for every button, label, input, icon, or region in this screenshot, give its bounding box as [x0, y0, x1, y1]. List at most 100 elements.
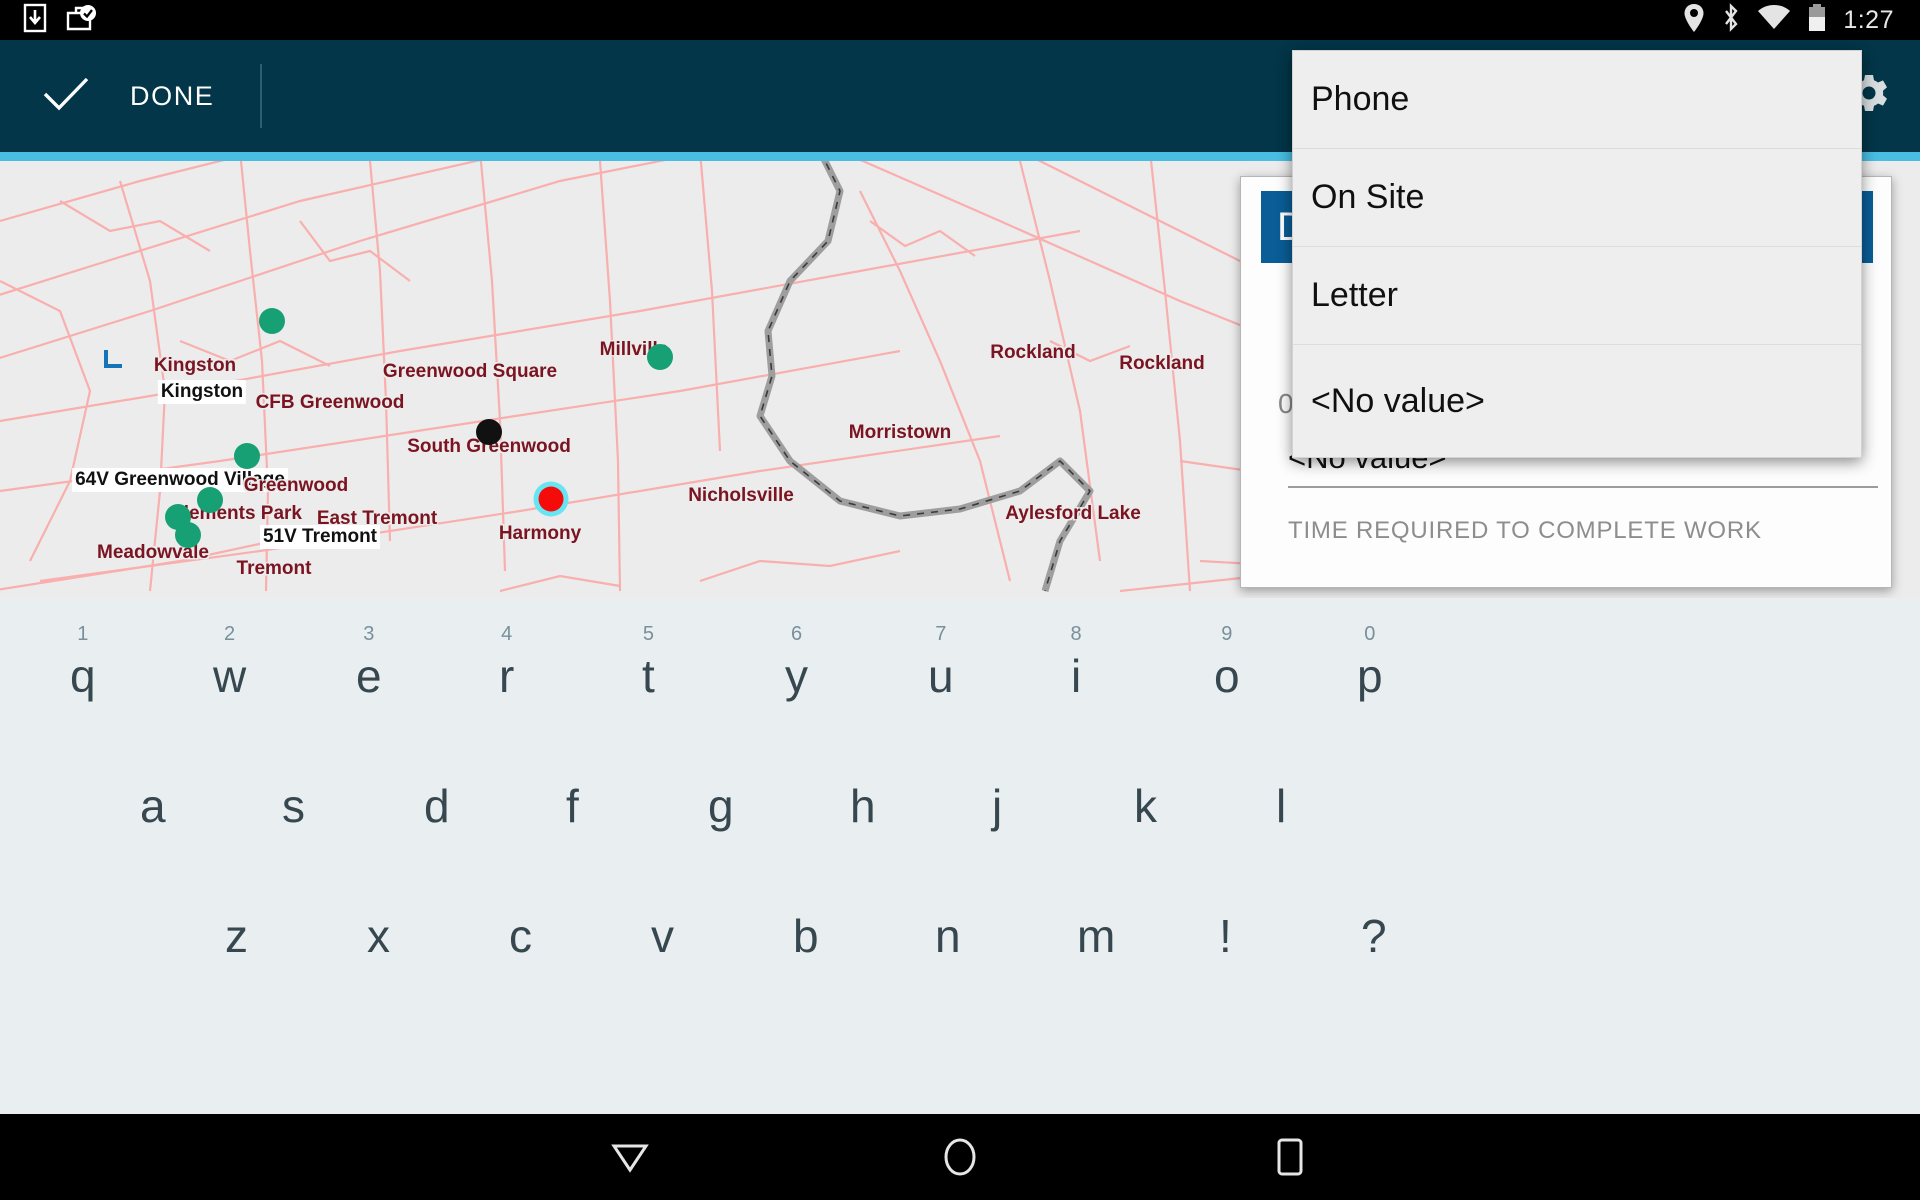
key-label: b — [793, 910, 819, 962]
key-hint: 3 — [363, 623, 375, 645]
done-button[interactable]: DONE — [0, 74, 214, 119]
key-label: u — [928, 650, 954, 702]
soft-keyboard[interactable]: 1q2w3e4r5t6y7u8i9o0p asdfghjkl z x c v b n m!?… — [0, 598, 1920, 1114]
key-x[interactable]: x — [367, 913, 390, 959]
key-label: p — [1357, 650, 1383, 702]
map-label: CFB Greenwood — [255, 392, 405, 413]
android-nav-bar — [0, 1114, 1920, 1200]
map-marker-green[interactable] — [259, 308, 285, 334]
map-marker-green[interactable] — [197, 487, 223, 513]
key-l[interactable]: l — [1276, 783, 1286, 829]
key-b[interactable]: b — [793, 913, 819, 959]
wifi-icon — [1757, 3, 1791, 38]
key-e[interactable]: 3e — [356, 623, 382, 699]
map-label: Greenwood — [243, 475, 349, 496]
key-label: l — [1276, 780, 1287, 832]
key-n[interactable]: n — [935, 913, 961, 959]
key-h[interactable]: h — [850, 783, 876, 829]
battery-icon — [1807, 3, 1827, 38]
key-hint: 1 — [77, 623, 89, 645]
dropdown-item[interactable]: Letter — [1293, 247, 1861, 345]
key-label: h — [850, 780, 876, 832]
key-z[interactable]: z — [225, 913, 248, 959]
key-y[interactable]: 6y — [785, 623, 808, 699]
map-label: Rockland — [1119, 353, 1205, 374]
key-hint: 5 — [642, 623, 654, 645]
map-marker-green[interactable] — [647, 344, 673, 370]
key-![interactable]: ! — [1219, 913, 1232, 959]
key-a[interactable]: a — [140, 783, 166, 829]
key-p[interactable]: 0p — [1357, 623, 1383, 702]
key-hint: 6 — [790, 623, 803, 645]
key-o[interactable]: 9o — [1214, 623, 1240, 702]
key-c[interactable]: c — [509, 913, 532, 959]
key-label: s — [282, 780, 305, 832]
nav-back-button[interactable] — [465, 1138, 795, 1176]
nav-home-button[interactable] — [795, 1135, 1125, 1179]
key-d[interactable]: d — [424, 783, 450, 829]
key-r[interactable]: 4r — [499, 623, 515, 702]
key-i[interactable]: 8i — [1071, 623, 1082, 702]
status-bar: 1:27 — [0, 0, 1920, 40]
dropdown-item[interactable]: On Site — [1293, 149, 1861, 247]
status-bar-clock: 1:27 — [1843, 5, 1894, 34]
key-w[interactable]: 2w — [213, 623, 247, 702]
key-label: q — [70, 650, 96, 702]
key-label: x — [367, 910, 390, 962]
dropdown-item[interactable]: Phone — [1293, 51, 1861, 149]
map-label: Rockland — [990, 342, 1076, 363]
key-hint: 0 — [1364, 623, 1376, 645]
key-j[interactable]: j — [992, 783, 1002, 829]
dropdown-item[interactable]: <No value> — [1293, 345, 1861, 457]
key-label: r — [499, 650, 515, 702]
map-label: Tremont — [236, 558, 312, 579]
back-triangle-icon — [611, 1144, 649, 1173]
key-label: n — [935, 910, 961, 962]
status-bar-left-icons — [0, 3, 98, 38]
key-label: o — [1214, 650, 1240, 702]
key-hint: 4 — [501, 623, 513, 645]
map-marker-green[interactable] — [175, 522, 201, 548]
key-k[interactable]: k — [1134, 783, 1157, 829]
bluetooth-icon — [1721, 2, 1741, 38]
selection-bracket-left — [104, 350, 122, 368]
nav-recents-button[interactable] — [1125, 1135, 1455, 1179]
key-label: t — [642, 650, 655, 702]
key-t[interactable]: 5t — [642, 623, 655, 702]
map-label: Greenwood Square — [382, 361, 558, 382]
key-label: z — [225, 910, 248, 962]
map-marker-black[interactable] — [476, 419, 502, 445]
map-label: Aylesford Lake — [1005, 503, 1141, 524]
key-m[interactable]: m — [1077, 913, 1115, 959]
key-label: v — [651, 910, 674, 962]
map-label: Harmony — [498, 523, 582, 544]
contact-method-dropdown[interactable]: Phone On Site Letter <No value> — [1292, 50, 1862, 458]
key-?[interactable]: ? — [1361, 913, 1387, 959]
map-label: 51V Tremont — [259, 525, 381, 549]
key-label: c — [509, 910, 532, 962]
key-hint: 9 — [1221, 623, 1233, 645]
home-circle-icon — [944, 1138, 976, 1176]
key-g[interactable]: g — [708, 783, 734, 829]
key-u[interactable]: 7u — [928, 623, 954, 702]
key-label: w — [213, 650, 247, 702]
location-pin-icon — [1683, 3, 1705, 38]
key-label: g — [708, 780, 734, 832]
key-q[interactable]: 1q — [70, 623, 96, 702]
key-label: d — [424, 780, 450, 832]
key-hint: 2 — [224, 623, 236, 645]
key-label: m — [1077, 910, 1116, 962]
key-f[interactable]: f — [566, 783, 579, 829]
map-label: Kingston — [157, 380, 247, 404]
time-required-label: TIME REQUIRED TO COMPLETE WORK — [1288, 517, 1762, 544]
key-label: ! — [1219, 910, 1232, 962]
android-screen: 1:27 DONE Kingston Kingston Greenwood Sq… — [0, 0, 1920, 1200]
key-label: f — [566, 780, 579, 832]
key-v[interactable]: v — [651, 913, 674, 959]
app-bar-divider — [260, 64, 263, 128]
key-label: i — [1071, 650, 1082, 702]
key-s[interactable]: s — [282, 783, 305, 829]
key-label: a — [140, 780, 166, 832]
map-marker-red[interactable] — [538, 486, 564, 512]
map-marker-green[interactable] — [234, 443, 260, 469]
